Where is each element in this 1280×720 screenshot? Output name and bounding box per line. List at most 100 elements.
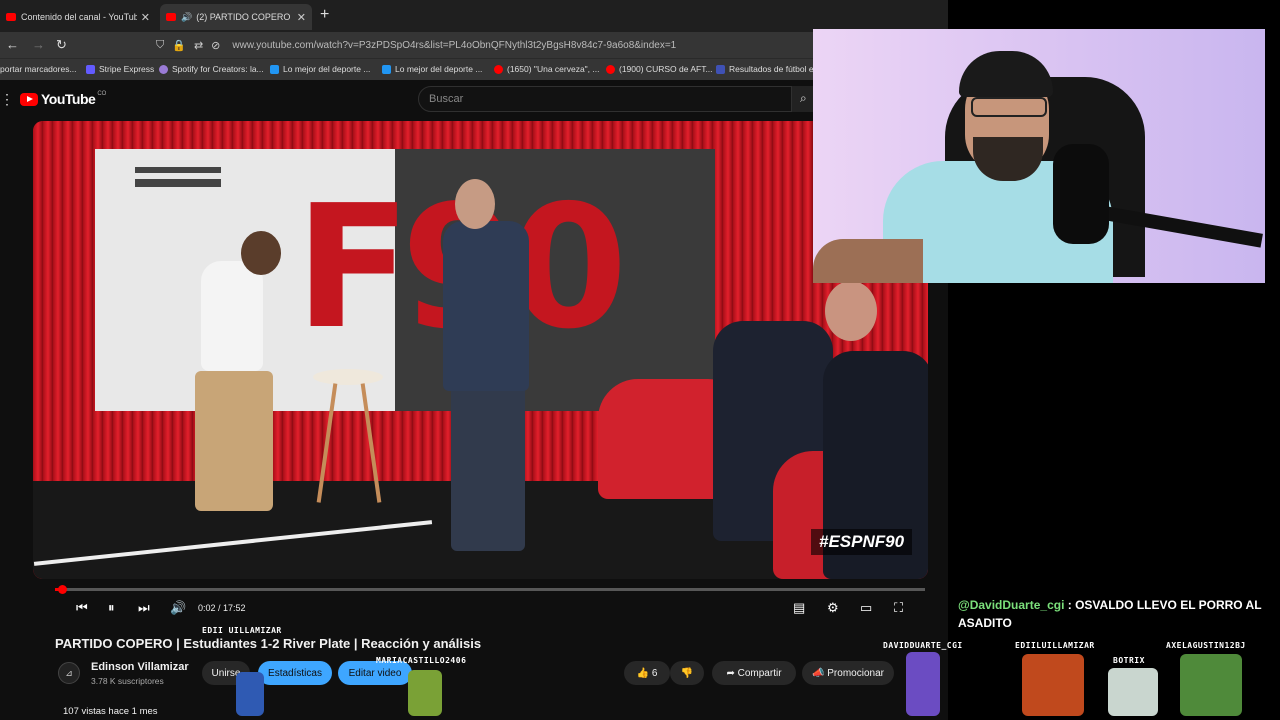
microphone-icon (1053, 144, 1109, 244)
url-text[interactable]: www.youtube.com/watch?v=P3zPDSpO4rs&list… (232, 40, 676, 51)
studio-screen: F90 (95, 149, 715, 411)
bookmark-item[interactable]: Resultados de fútbol e (716, 64, 814, 74)
bookmark-item[interactable]: Lo mejor del deporte ... (382, 64, 482, 74)
viewer-sprite (1180, 654, 1242, 716)
progress-scrubber[interactable] (58, 585, 67, 594)
like-button[interactable]: 👍 6 (624, 661, 670, 685)
bookmark-item[interactable]: Lo mejor del deporte ... (270, 64, 370, 74)
bookmark-label: (1900) CURSO de AFT... (619, 64, 713, 74)
theater-mode-icon[interactable]: ▭ (860, 600, 872, 616)
channel-name[interactable]: Edinson Villamizar (91, 661, 189, 673)
viewer-name: MARIACASTILLO2406 (376, 656, 467, 665)
viewer-name: AXELAGUSTIN12BJ (1166, 641, 1246, 650)
like-count: 6 (651, 667, 658, 679)
tab-title: Contenido del canal - YouTube (21, 12, 137, 22)
progress-bar[interactable] (55, 588, 925, 591)
site-permissions-icon[interactable]: ⇄ (194, 39, 203, 52)
bookmark-item[interactable]: Stripe Express (86, 64, 154, 74)
previous-icon[interactable]: ⏮ (76, 600, 88, 616)
bookmarks-bar: portar marcadores... Stripe Express Spot… (0, 58, 948, 80)
close-icon[interactable]: ✕ (297, 11, 306, 24)
bookmark-item[interactable]: (1900) CURSO de AFT... (606, 64, 713, 74)
host-one-shirt (201, 261, 263, 371)
tracking-blocked-icon[interactable]: ⊘ (211, 39, 220, 52)
youtube-favicon-icon (166, 13, 176, 21)
bookmark-label: portar marcadores... (0, 64, 77, 74)
video-player[interactable]: F90 #ESPNF90 (33, 121, 928, 579)
next-icon[interactable]: ⏭ (138, 600, 150, 616)
results-site-icon (716, 64, 725, 74)
viewer-sprite (408, 670, 442, 716)
youtube-logo[interactable]: YouTube CO (20, 91, 106, 107)
guest-one-head (825, 281, 877, 341)
shield-icon[interactable]: ⛉ (156, 39, 164, 52)
viewer-name: EDII UILLAMIZAR (202, 626, 282, 635)
promote-icon: 📣 (812, 667, 825, 679)
viewer-sprite (906, 652, 940, 716)
bookmark-label: Lo mejor del deporte ... (283, 64, 371, 74)
viewer-name: BOTRIX (1113, 656, 1145, 665)
viewer-sprite (1022, 654, 1084, 716)
bookmark-item[interactable]: portar marcadores... (0, 64, 77, 74)
bookmark-item[interactable]: (1650) "Una cerveza", ... (494, 64, 600, 74)
hashtag-overlay: #ESPNF90 (811, 529, 913, 555)
bookmark-item[interactable]: Spotify for Creators: la... (159, 64, 264, 74)
fullscreen-icon[interactable]: ⛶ (894, 600, 903, 616)
tab-channel-content[interactable]: Contenido del canal - YouTube ✕ (0, 4, 156, 30)
forward-arrow-icon[interactable]: → (32, 37, 45, 52)
spotify-creators-icon (159, 64, 168, 74)
streamer-cap (959, 51, 1053, 97)
tab-title: (2) PARTIDO COPERO | Estu (196, 12, 293, 22)
share-label: Compartir (737, 667, 782, 679)
youtube-play-icon (20, 92, 38, 106)
youtube-favicon-icon (606, 64, 615, 74)
views-and-date: 107 vistas hace 1 mes (63, 706, 158, 717)
subscriber-count: 3.78 K suscriptores (91, 676, 164, 686)
bookmark-label: (1650) "Una cerveza", ... (507, 64, 600, 74)
close-icon[interactable]: ✕ (141, 11, 150, 24)
lock-icon[interactable]: 🔒 (172, 39, 186, 52)
video-title: PARTIDO COPERO | Estudiantes 1-2 River P… (55, 636, 482, 651)
screen-stripe (135, 167, 221, 173)
chat-username: @DavidDuarte_cgi (958, 598, 1065, 612)
back-arrow-icon[interactable]: ← (6, 37, 19, 52)
volume-icon[interactable]: 🔊 (170, 600, 186, 616)
search-input[interactable]: Buscar (418, 86, 792, 112)
streamer-arm (813, 239, 923, 283)
dislike-button[interactable]: 👎 (670, 661, 704, 685)
stripe-icon (86, 64, 95, 74)
viewer-sprite (1108, 668, 1158, 716)
stool (313, 369, 383, 385)
sports-site-icon (270, 64, 279, 74)
subtitles-icon[interactable]: ▤ (793, 600, 805, 616)
host-two-legs (451, 381, 525, 551)
sports-site-icon (382, 64, 391, 74)
youtube-wordmark: YouTube (41, 91, 96, 107)
host-two-suit (443, 221, 529, 391)
youtube-masthead: ⋮ YouTube CO Buscar ⌕ (0, 80, 948, 118)
timecode: 0:02 / 17:52 (198, 603, 246, 613)
stats-button[interactable]: Estadísticas (258, 661, 332, 685)
settings-gear-icon[interactable]: ⚙ (827, 600, 839, 616)
pause-icon[interactable]: ⏸ (108, 600, 115, 616)
new-tab-plus-icon[interactable]: + (320, 6, 329, 24)
webcam-feed (813, 29, 1265, 283)
bookmark-label: Stripe Express (99, 64, 155, 74)
hamburger-menu-icon[interactable]: ⋮ (0, 91, 14, 108)
host-one-legs (195, 371, 273, 511)
thumbs-up-icon: 👍 (636, 667, 650, 679)
share-button[interactable]: ➦ Compartir (712, 661, 796, 685)
speaker-icon[interactable]: 🔊 (181, 12, 192, 23)
viewer-name: DAVIDDUARTE_CGI (883, 641, 963, 650)
viewer-name: EDIILUILLAMIZAR (1015, 641, 1095, 650)
thumbs-down-icon: 👎 (680, 667, 694, 679)
stream-layout: Contenido del canal - YouTube ✕ 🔊 (2) PA… (0, 0, 1280, 720)
youtube-favicon-icon (494, 64, 503, 74)
tab-current-video[interactable]: 🔊 (2) PARTIDO COPERO | Estu ✕ (160, 4, 312, 30)
screen-stripe (135, 179, 221, 187)
reload-icon[interactable]: ↻ (56, 37, 67, 53)
channel-avatar[interactable]: ⊿ (58, 662, 80, 684)
promote-button[interactable]: 📣 Promocionar (802, 661, 894, 685)
tab-strip: Contenido del canal - YouTube ✕ 🔊 (2) PA… (0, 0, 948, 32)
chat-message: @DavidDuarte_cgi : OSVALDO LLEVO EL PORR… (958, 596, 1276, 632)
